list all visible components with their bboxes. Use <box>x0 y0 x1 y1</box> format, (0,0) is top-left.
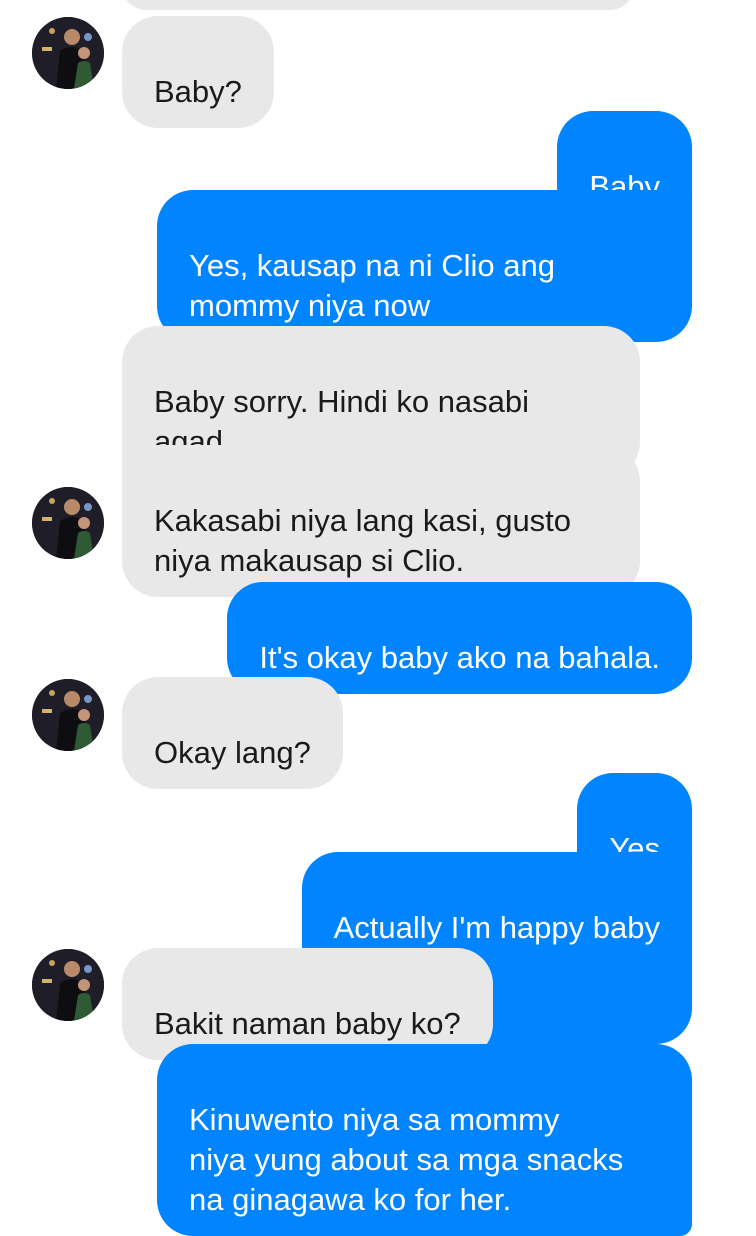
message-text: It's okay baby ako na bahala. <box>259 640 660 675</box>
avatar-photo <box>32 679 104 751</box>
message-bubble-incoming[interactable]: Okay lang? <box>122 677 343 789</box>
avatar-photo <box>32 949 104 1021</box>
contact-avatar[interactable] <box>32 487 104 559</box>
message-text: Okay lang? <box>154 735 311 770</box>
message-text: Yes, kausap na ni Clio ang mommy niya no… <box>189 248 555 323</box>
contact-avatar[interactable] <box>32 17 104 89</box>
message-text: Kakasabi niya lang kasi, gusto niya maka… <box>154 503 572 578</box>
contact-avatar[interactable] <box>32 679 104 751</box>
message-text: Bakit naman baby ko? <box>154 1006 461 1041</box>
contact-avatar[interactable] <box>32 949 104 1021</box>
message-bubble-incoming[interactable]: Baby? <box>122 16 274 128</box>
message-bubble-outgoing[interactable]: Kinuwento niya sa mommy niya yung about … <box>157 1044 692 1236</box>
message-bubble-incoming[interactable]: Kakasabi niya lang kasi, gusto niya maka… <box>122 445 640 597</box>
message-text: Actually I'm happy baby <box>333 910 660 945</box>
message-bubble-outgoing[interactable]: Yes, kausap na ni Clio ang mommy niya no… <box>157 190 692 342</box>
message-text: Baby? <box>154 74 242 109</box>
previous-message-bubble[interactable] <box>122 0 634 10</box>
avatar-photo <box>32 17 104 89</box>
avatar-photo <box>32 487 104 559</box>
